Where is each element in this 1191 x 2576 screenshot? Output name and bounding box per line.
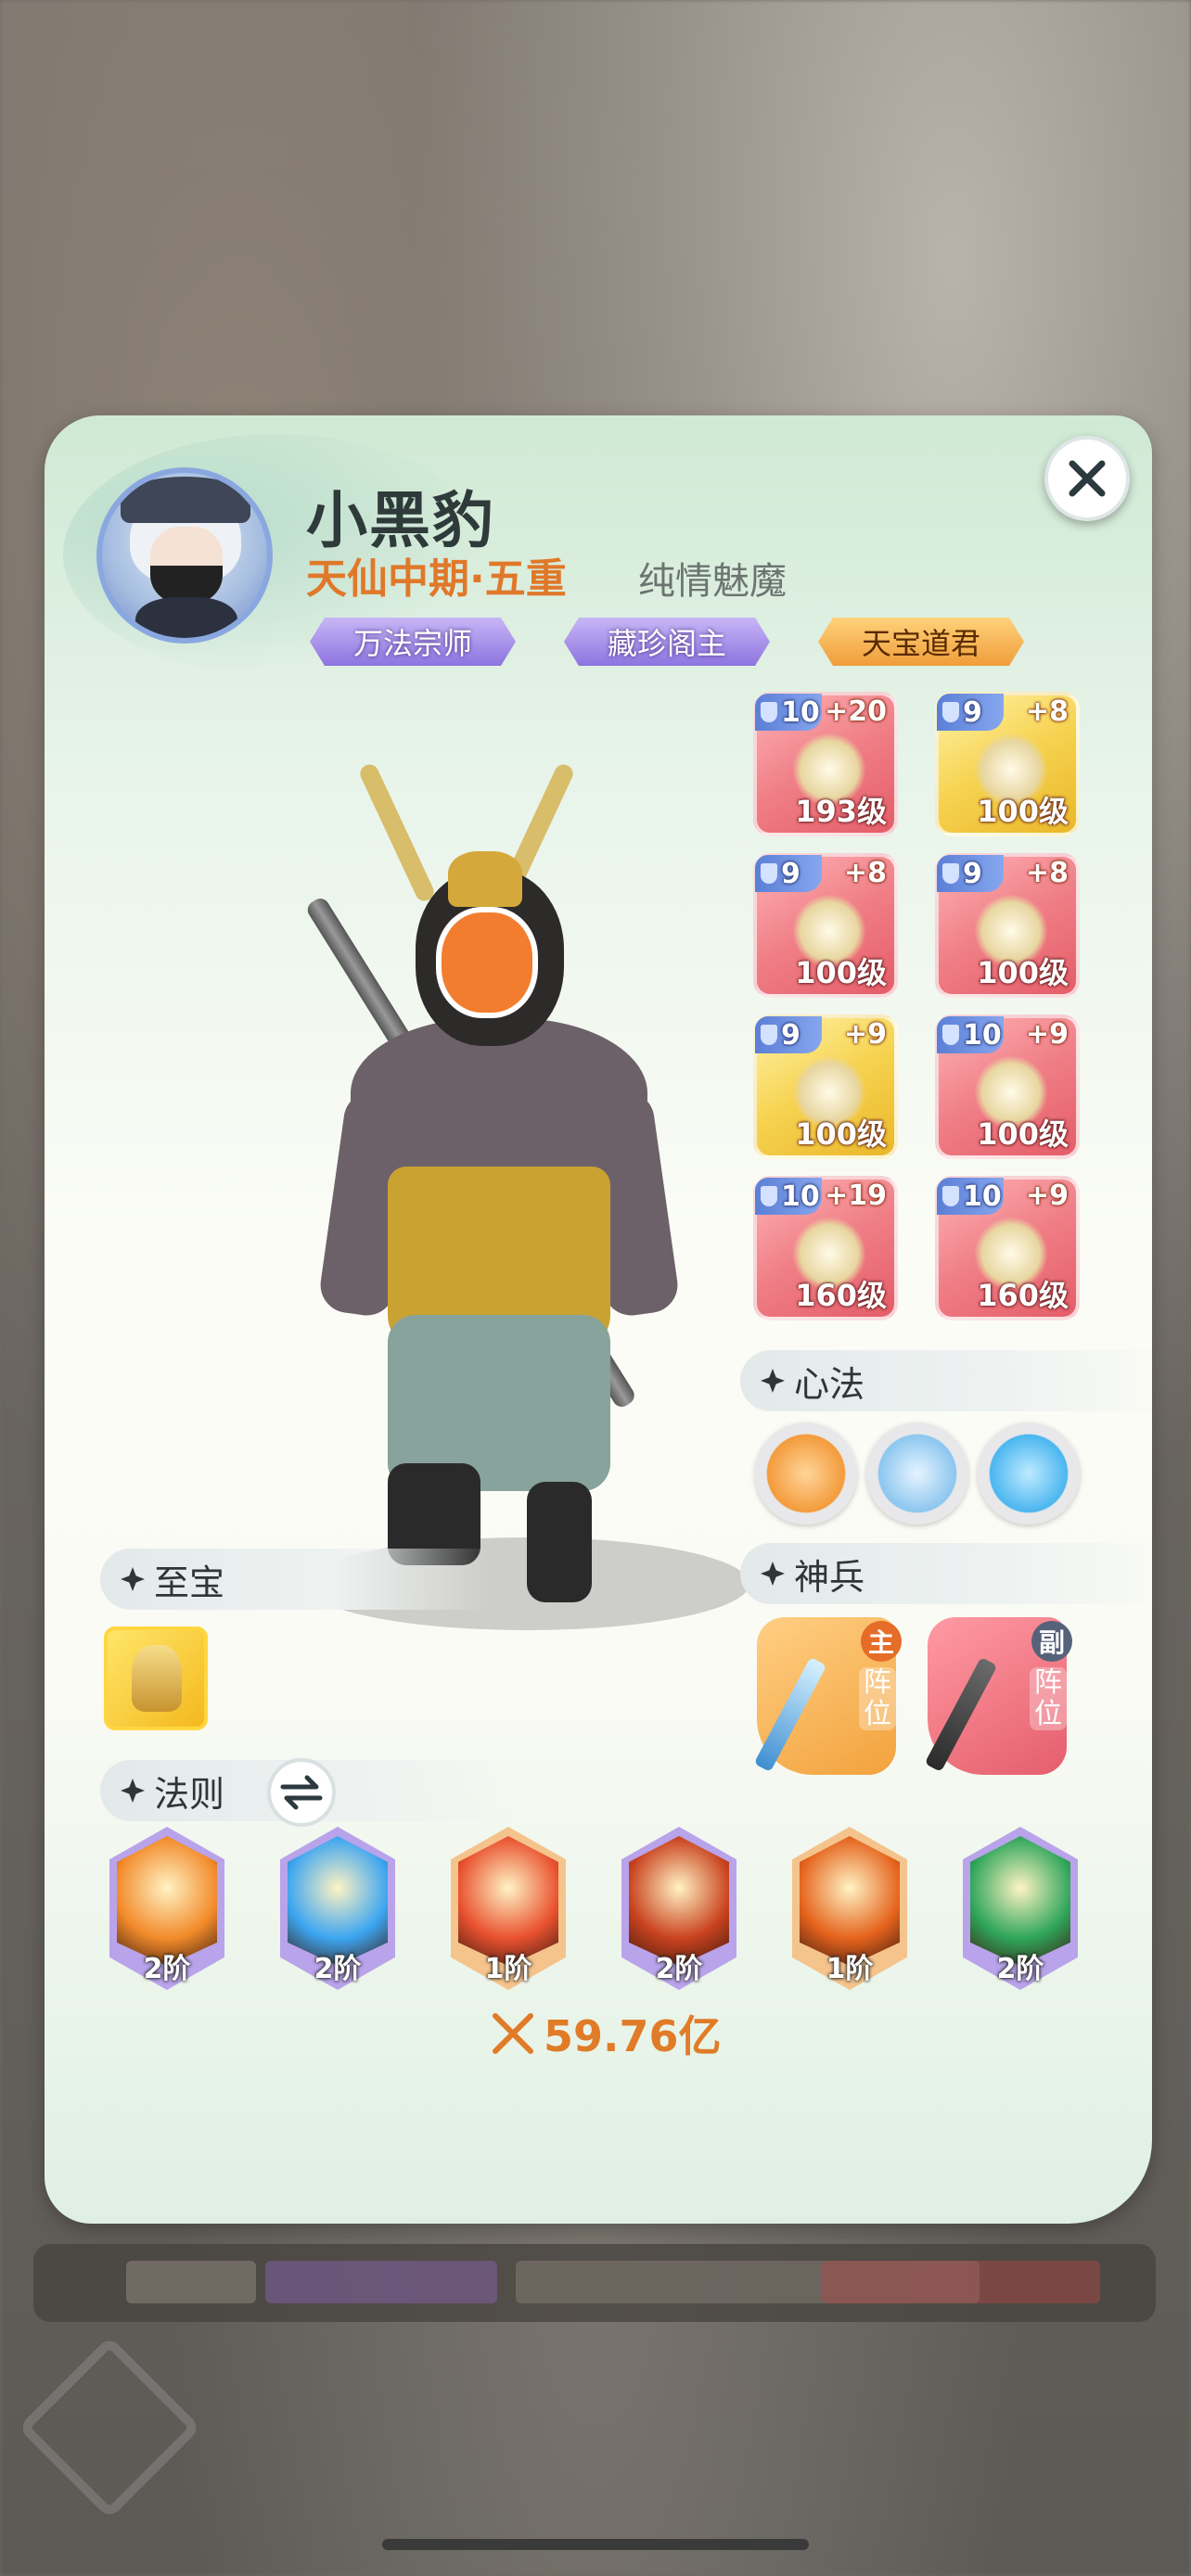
weapon-sub-position: 阵位 [1030, 1667, 1067, 1730]
equipment-enhance: +8 [843, 857, 887, 889]
shield-icon: 9 [755, 1016, 822, 1053]
diamond-icon [761, 1369, 785, 1393]
equipment-grade: 100级 [795, 1116, 887, 1152]
weapon-main[interactable]: 主 阵位 [753, 1617, 902, 1775]
equipment-refine-level: 10 [781, 695, 820, 729]
treasure-bell[interactable] [104, 1626, 208, 1730]
rule-slot[interactable]: 2阶 [109, 1827, 224, 1990]
equipment-refine-level: 9 [781, 1018, 800, 1052]
swap-button[interactable] [267, 1758, 336, 1827]
equipment-enhance: +8 [1025, 695, 1069, 728]
equipment-grade: 100级 [977, 1116, 1069, 1152]
weapon-sub[interactable]: 副 阵位 [924, 1617, 1072, 1775]
diamond-icon [761, 1562, 785, 1586]
weapon-main-position: 阵位 [859, 1667, 896, 1730]
equipment-refine-level: 9 [963, 695, 982, 729]
bell-icon [132, 1645, 182, 1712]
shield-icon: 10 [937, 1016, 1004, 1053]
diamond-icon [121, 1779, 145, 1803]
section-shenbing-label: 神兵 [794, 1556, 865, 1598]
character-model[interactable] [249, 721, 805, 1649]
rule-stage: 2阶 [996, 1953, 1044, 1985]
section-shenbing: 神兵 [740, 1543, 1152, 1604]
equipment-enhance: +9 [843, 1018, 887, 1051]
background-chat-bar [33, 2244, 1156, 2322]
equipment-grade: 100级 [795, 955, 887, 990]
crossed-swords-icon [493, 2013, 533, 2054]
equipment-enhance: +19 [825, 1180, 887, 1212]
rule-stage: 2阶 [143, 1953, 191, 1985]
rule-slot[interactable]: 1阶 [792, 1827, 907, 1990]
equipment-slot[interactable]: 9 +8 100级 [935, 853, 1080, 998]
avatar[interactable] [96, 467, 273, 644]
section-zhibao: 至宝 [100, 1549, 490, 1610]
equipment-grade: 160级 [977, 1278, 1069, 1313]
close-icon [1069, 460, 1106, 497]
section-zhibao-label: 至宝 [154, 1562, 225, 1603]
equipment-slot[interactable]: 10 +20 193级 [753, 692, 898, 836]
xinfa-skill-3[interactable] [978, 1422, 1080, 1524]
combat-power-value: 59.76亿 [544, 2011, 722, 2061]
equipment-slot[interactable]: 10 +9 100级 [935, 1014, 1080, 1159]
shield-icon: 9 [755, 855, 822, 892]
section-xinfa-label: 心法 [794, 1363, 865, 1405]
badge-3[interactable]: 天宝道君 [818, 618, 1024, 666]
xinfa-skill-1[interactable] [755, 1422, 857, 1524]
equipment-enhance: +20 [825, 695, 887, 728]
equipment-grade: 100级 [977, 794, 1069, 829]
rule-slot[interactable]: 2阶 [280, 1827, 395, 1990]
rule-slot[interactable]: 1阶 [451, 1827, 566, 1990]
equipment-enhance: +9 [1025, 1180, 1069, 1212]
weapon-sub-tag: 副 [1031, 1621, 1072, 1662]
diamond-icon [121, 1567, 145, 1591]
xinfa-skill-2[interactable] [866, 1422, 968, 1524]
weapon-main-tag: 主 [861, 1621, 902, 1662]
shield-icon: 9 [937, 855, 1004, 892]
rule-slot[interactable]: 2阶 [963, 1827, 1078, 1990]
badge-2[interactable]: 藏珍阁主 [564, 618, 770, 666]
equipment-refine-level: 10 [963, 1018, 1002, 1052]
equipment-grade: 160级 [795, 1278, 887, 1313]
close-button[interactable] [1044, 436, 1130, 521]
equipment-slot[interactable]: 10 +19 160级 [753, 1176, 898, 1320]
equipment-grade: 100级 [977, 955, 1069, 990]
equipment-grade: 193级 [795, 794, 887, 829]
equipment-refine-level: 9 [781, 857, 800, 890]
equipment-slot[interactable]: 9 +8 100级 [753, 853, 898, 998]
rule-slot[interactable]: 2阶 [621, 1827, 736, 1990]
shield-icon: 10 [755, 694, 822, 731]
shield-icon: 10 [755, 1178, 822, 1215]
equipment-slot[interactable]: 10 +9 160级 [935, 1176, 1080, 1320]
player-realm: 天仙中期·五重 [306, 555, 567, 603]
equipment-enhance: +9 [1025, 1018, 1069, 1051]
swap-icon [280, 1775, 323, 1810]
rule-stage: 1阶 [484, 1953, 532, 1985]
section-xinfa: 心法 [740, 1350, 1152, 1411]
equipment-refine-level: 10 [963, 1180, 1002, 1213]
player-title: 纯情魅魔 [638, 560, 787, 603]
player-info-panel: 小黑豹 天仙中期·五重 纯情魅魔 万法宗师 藏珍阁主 天宝道君 10 +20 193… [45, 415, 1152, 2224]
equipment-refine-level: 9 [963, 857, 982, 890]
shield-icon: 9 [937, 694, 1004, 731]
equipment-enhance: +8 [1025, 857, 1069, 889]
rule-stage: 2阶 [655, 1953, 703, 1985]
rule-stage: 1阶 [826, 1953, 874, 1985]
rule-stage: 2阶 [314, 1953, 362, 1985]
combat-power: 59.76亿 [490, 2003, 722, 2064]
home-indicator [382, 2539, 809, 2550]
shield-icon: 10 [937, 1178, 1004, 1215]
equipment-slot[interactable]: 9 +9 100级 [753, 1014, 898, 1159]
section-faze-label: 法则 [154, 1773, 225, 1815]
equipment-refine-level: 10 [781, 1180, 820, 1213]
badge-1[interactable]: 万法宗师 [310, 618, 516, 666]
equipment-slot[interactable]: 9 +8 100级 [935, 692, 1080, 836]
